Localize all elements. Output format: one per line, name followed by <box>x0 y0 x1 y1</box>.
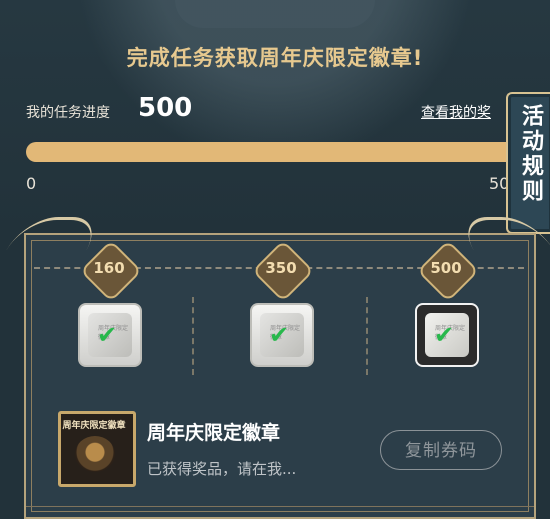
progress-bar <box>26 142 526 162</box>
badge-thumbnail-title: 周年庆限定徽章 <box>62 421 126 431</box>
reward-name: 周年庆限定徽章 <box>147 422 281 444</box>
progress-tick-start: 0 <box>26 174 37 193</box>
check-icon: ✔ <box>97 321 118 349</box>
reward-status: 已获得奖品，请在我... <box>147 460 297 478</box>
milestone-label-2: 350 <box>265 259 297 277</box>
copy-code-button[interactable]: 复制券码 <box>380 430 502 470</box>
milestone-label-1: 160 <box>93 259 125 277</box>
milestone-divider-2 <box>366 297 368 375</box>
reward-card-1[interactable]: 周年庆限定徽章 ✔ <box>78 303 142 367</box>
rules-tab[interactable]: 活动规则 <box>506 92 550 234</box>
milestone-divider-1 <box>192 297 194 375</box>
reward-card-3[interactable]: 周年庆限定徽章 ✔ <box>415 303 479 367</box>
progress-value: 500 <box>138 93 193 123</box>
panel-bottom-ornament <box>26 506 534 517</box>
badge-thumbnail: 周年庆限定徽章 <box>58 411 136 487</box>
view-rewards-link[interactable]: 查看我的奖 <box>421 102 511 122</box>
reward-card-2[interactable]: 周年庆限定徽章 ✔ <box>250 303 314 367</box>
check-icon: ✔ <box>269 321 290 349</box>
progress-label: 我的任务进度 <box>26 105 110 121</box>
top-cloud-ornament <box>175 0 375 28</box>
page-title: 完成任务获取周年庆限定徽章! <box>126 46 424 70</box>
rules-tab-label: 活动规则 <box>518 104 543 204</box>
milestone-label-3: 500 <box>430 259 462 277</box>
milestone-panel: 160 周年庆限定徽章 ✔ 350 周年庆限定徽章 ✔ 500 周年庆限定徽章 … <box>6 217 550 519</box>
check-icon: ✔ <box>434 321 455 349</box>
badge-art-icon <box>75 436 115 472</box>
